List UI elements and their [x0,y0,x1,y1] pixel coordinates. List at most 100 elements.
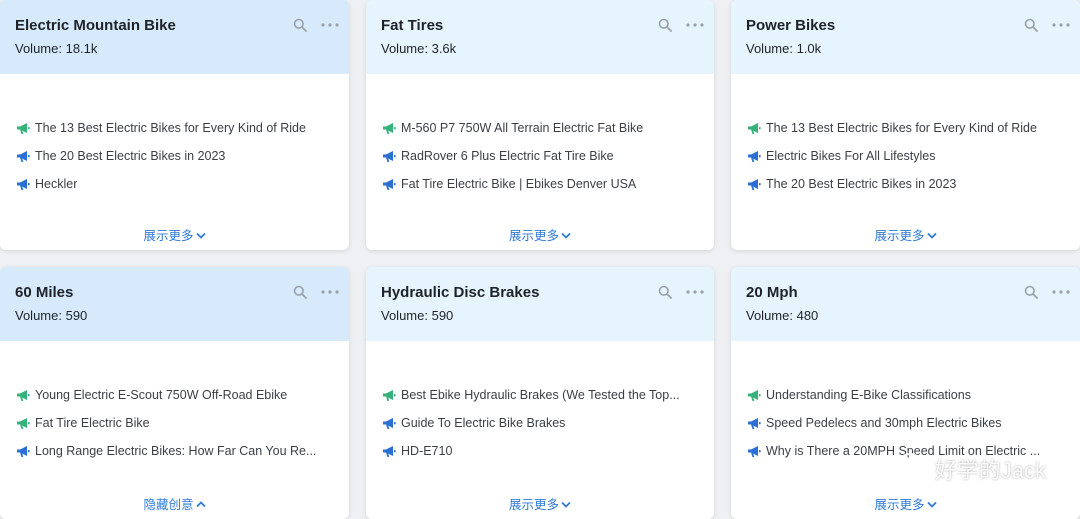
ad-list-item[interactable]: Guide To Electric Bike Brakes [382,409,702,437]
megaphone-green-icon [382,389,401,402]
ad-title: Best Ebike Hydraulic Brakes (We Tested t… [401,388,680,402]
ad-title: Long Range Electric Bikes: How Far Can Y… [35,444,317,458]
show-more-label: 展示更多 [874,229,925,243]
megaphone-blue-icon [16,445,35,458]
ad-title: The 20 Best Electric Bikes in 2023 [35,149,226,163]
megaphone-green-icon [747,122,766,135]
ad-title: RadRover 6 Plus Electric Fat Tire Bike [401,149,614,163]
ad-list: Understanding E-Bike Classifications Spe… [731,341,1080,465]
ad-list-item[interactable]: Best Ebike Hydraulic Brakes (We Tested t… [382,381,702,409]
card-volume: Volume: 590 [15,308,88,323]
show-more-button[interactable]: 展示更多 [366,225,714,244]
show-more-label: 展示更多 [508,229,559,243]
ad-list-item[interactable]: The 20 Best Electric Bikes in 2023 [16,142,337,170]
search-icon[interactable] [658,18,672,32]
ad-title: The 13 Best Electric Bikes for Every Kin… [766,121,1037,135]
more-options-icon[interactable] [1052,23,1070,27]
search-icon[interactable] [1024,18,1038,32]
ad-title: Fat Tire Electric Bike | Ebikes Denver U… [401,177,637,191]
ad-list-item[interactable]: RadRover 6 Plus Electric Fat Tire Bike [382,142,702,170]
card-volume: Volume: 480 [746,308,819,323]
megaphone-blue-icon [747,178,766,191]
ad-list-item[interactable]: The 13 Best Electric Bikes for Every Kin… [747,114,1068,142]
ad-list-item[interactable]: Heckler [16,170,337,198]
keyword-card: 60 Miles Volume: 590 Young Electric E-Sc… [0,267,349,519]
show-more-button[interactable]: 展示更多 [731,494,1080,513]
megaphone-blue-icon [747,445,766,458]
megaphone-blue-icon [382,417,401,430]
search-icon[interactable] [293,285,307,299]
megaphone-green-icon [382,122,401,135]
card-header: 20 Mph Volume: 480 [731,267,1080,341]
megaphone-green-icon [16,417,35,430]
ad-title: Electric Bikes For All Lifestyles [766,149,936,163]
search-icon[interactable] [1024,285,1038,299]
card-title: Electric Mountain Bike [15,17,176,34]
ad-list-item[interactable]: The 20 Best Electric Bikes in 2023 [747,170,1068,198]
more-options-icon[interactable] [686,23,704,27]
ad-title: HD-E710 [401,444,453,458]
megaphone-green-icon [747,389,766,402]
keyword-card: Hydraulic Disc Brakes Volume: 590 Best E… [366,267,714,519]
chevron-down-icon [561,497,571,511]
ad-title: Understanding E-Bike Classifications [766,388,971,402]
chevron-down-icon [926,497,937,511]
card-header: Electric Mountain Bike Volume: 18.1k [0,0,349,74]
ad-title: M-560 P7 750W All Terrain Electric Fat B… [401,121,644,135]
ad-list-item[interactable]: Long Range Electric Bikes: How Far Can Y… [16,437,337,465]
chevron-down-icon [926,228,937,242]
ad-list-item[interactable]: Fat Tire Electric Bike | Ebikes Denver U… [382,170,702,198]
ad-title: Fat Tire Electric Bike [35,416,150,430]
more-options-icon[interactable] [1052,290,1070,294]
show-more-label: 展示更多 [508,498,559,512]
megaphone-blue-icon [747,417,766,430]
ad-list-item[interactable]: M-560 P7 750W All Terrain Electric Fat B… [382,114,702,142]
card-header: 60 Miles Volume: 590 [0,267,349,341]
megaphone-green-icon [16,122,35,135]
ad-list-item[interactable]: Understanding E-Bike Classifications [747,381,1068,409]
ad-title: Speed Pedelecs and 30mph Electric Bikes [766,416,1002,430]
ad-list-item[interactable]: HD-E710 [382,437,702,465]
megaphone-blue-icon [382,178,401,191]
hide-creatives-label: 隐藏创意 [143,498,194,512]
wechat-icon [897,452,931,486]
more-options-icon[interactable] [321,23,339,27]
ad-list-item[interactable]: Young Electric E-Scout 750W Off-Road Ebi… [16,381,337,409]
card-title: 20 Mph [746,284,798,301]
card-title: Fat Tires [381,17,444,34]
watermark: 好学的Jack [897,452,1046,486]
more-options-icon[interactable] [321,290,339,294]
card-title: 60 Miles [15,284,74,301]
search-icon[interactable] [293,18,307,32]
keyword-card: Electric Mountain Bike Volume: 18.1k The… [0,0,349,250]
ad-list: The 13 Best Electric Bikes for Every Kin… [0,74,349,198]
ad-list: M-560 P7 750W All Terrain Electric Fat B… [366,74,714,198]
ad-list-item[interactable]: Speed Pedelecs and 30mph Electric Bikes [747,409,1068,437]
card-volume: Volume: 1.0k [746,41,822,56]
ad-list: The 13 Best Electric Bikes for Every Kin… [731,74,1080,198]
ad-list: Young Electric E-Scout 750W Off-Road Ebi… [0,341,349,465]
chevron-up-icon [195,497,206,511]
show-more-button[interactable]: 展示更多 [366,494,714,513]
chevron-down-icon [561,228,571,242]
show-more-label: 展示更多 [874,498,925,512]
show-more-button[interactable]: 展示更多 [0,225,349,244]
ad-title: Heckler [35,177,78,191]
megaphone-blue-icon [16,178,35,191]
show-more-label: 展示更多 [143,229,194,243]
hide-creatives-button[interactable]: 隐藏创意 [0,494,349,513]
ad-list-item[interactable]: Fat Tire Electric Bike [16,409,337,437]
ad-list: Best Ebike Hydraulic Brakes (We Tested t… [366,341,714,465]
card-header: Fat Tires Volume: 3.6k [366,0,714,74]
show-more-button[interactable]: 展示更多 [731,225,1080,244]
more-options-icon[interactable] [686,290,704,294]
card-volume: Volume: 590 [381,308,454,323]
megaphone-green-icon [16,389,35,402]
search-icon[interactable] [658,285,672,299]
ad-list-item[interactable]: The 13 Best Electric Bikes for Every Kin… [16,114,337,142]
ad-title: Young Electric E-Scout 750W Off-Road Ebi… [35,388,288,402]
card-header: Power Bikes Volume: 1.0k [731,0,1080,74]
keyword-card: Fat Tires Volume: 3.6k M-560 P7 750W All… [366,0,714,250]
megaphone-blue-icon [16,150,35,163]
ad-list-item[interactable]: Electric Bikes For All Lifestyles [747,142,1068,170]
